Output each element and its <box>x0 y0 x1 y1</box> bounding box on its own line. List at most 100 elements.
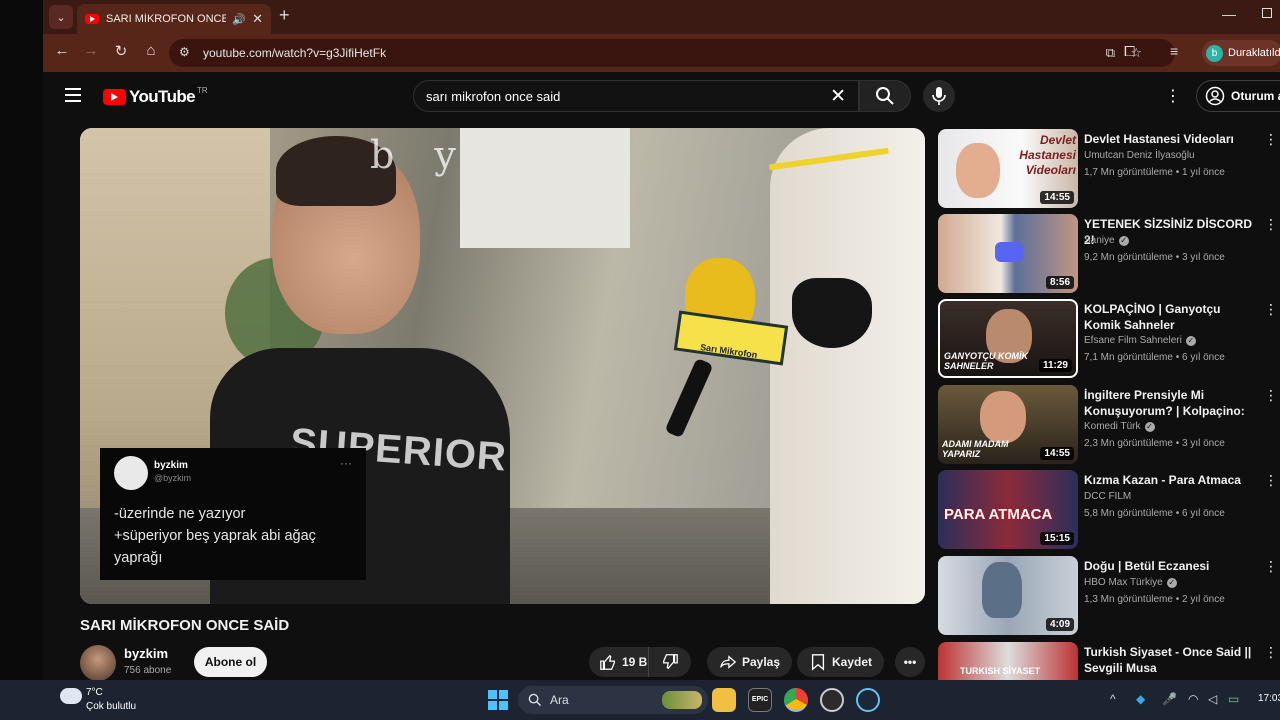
file-explorer-icon[interactable] <box>712 688 736 712</box>
dislike-button[interactable] <box>649 647 691 677</box>
tray-app-icon[interactable]: ◆ <box>1136 692 1145 706</box>
video-thumbnail[interactable]: GANYOTÇU KOMİK SAHNELER 11:29 <box>938 299 1078 378</box>
search-query[interactable]: sarı mikrofon once said <box>426 89 560 104</box>
recommendation-menu-icon[interactable]: ⋮ <box>1264 387 1278 404</box>
recommendation-item[interactable]: Devlet Hastanesi Videoları 14:55 Devlet … <box>938 129 1278 209</box>
media-controls-icon[interactable]: ≡ <box>1170 43 1178 59</box>
recommendation-menu-icon[interactable]: ⋮ <box>1264 472 1278 489</box>
home-icon[interactable]: ⌂ <box>140 42 162 59</box>
weather-temperature[interactable]: 7°C <box>86 687 103 698</box>
back-arrow-icon[interactable]: ← <box>51 42 73 59</box>
subscribe-button[interactable]: Abone ol <box>194 647 267 677</box>
minimize-window-button[interactable]: — <box>1222 6 1236 22</box>
recommendation-title[interactable]: İngiltere Prensiyle Mi Konuşuyorum? | Ko… <box>1084 387 1256 421</box>
recommendation-item[interactable]: 8:56 YETENEK SİZSİNİZ DİSCORD 2! Saniye ✓… <box>938 214 1278 294</box>
like-button[interactable]: 19 B <box>589 647 649 677</box>
recommendation-menu-icon[interactable]: ⋮ <box>1264 644 1278 661</box>
forward-arrow-icon[interactable]: → <box>80 42 102 59</box>
video-background-sky <box>460 128 630 248</box>
video-thumbnail[interactable]: 4:09 <box>938 556 1078 635</box>
search-button[interactable] <box>859 80 911 112</box>
close-tab-icon[interactable]: ✕ <box>252 11 263 27</box>
recommendation-item[interactable]: ADAMI MADAM YAPARIZ 14:55 İngiltere Pren… <box>938 385 1278 465</box>
microphone-in-use-icon[interactable]: 🎤 <box>1162 692 1177 706</box>
show-hidden-icons-chevron-icon[interactable]: ^ <box>1110 692 1116 706</box>
steam-icon[interactable] <box>856 688 880 712</box>
reload-icon[interactable]: ↻ <box>110 42 132 60</box>
recommendation-menu-icon[interactable]: ⋮ <box>1264 558 1278 575</box>
windows-start-icon[interactable] <box>488 690 508 710</box>
sign-in-button[interactable]: Oturum aç <box>1196 80 1280 112</box>
recommendation-channel[interactable]: Efsane Film Sahneleri ✓ <box>1084 335 1196 346</box>
recommendation-item[interactable]: PARA ATMACA 15:15 Kızma Kazan - Para Atm… <box>938 470 1278 550</box>
video-thumbnail[interactable]: Devlet Hastanesi Videoları 14:55 <box>938 129 1078 208</box>
menu-icon[interactable] <box>65 88 81 102</box>
verified-check-icon: ✓ <box>1144 422 1155 432</box>
battery-icon[interactable]: ▭ <box>1228 692 1239 706</box>
video-thumbnail[interactable]: ADAMI MADAM YAPARIZ 14:55 <box>938 385 1078 464</box>
recommendation-title[interactable]: Doğu | Betül Eczanesi <box>1084 558 1256 574</box>
settings-more-icon[interactable]: ⋮ <box>1165 86 1181 106</box>
clear-search-icon[interactable]: ✕ <box>830 85 846 108</box>
youtube-logo[interactable]: YouTube TR <box>103 86 208 107</box>
recommendation-channel[interactable]: HBO Max Türkiye ✓ <box>1084 577 1177 588</box>
extensions-icon[interactable]: ⧠ <box>1124 43 1135 60</box>
recommendation-title[interactable]: Turkish Siyaset - Once Said || Sevgili M… <box>1084 644 1256 676</box>
tweet-handle: @byzkim <box>154 473 192 483</box>
recommendation-item[interactable]: GANYOTÇU KOMİK SAHNELER 11:29 KOLPAÇİNO … <box>938 299 1278 379</box>
weather-description[interactable]: Çok bulutlu <box>86 701 136 712</box>
video-thumbnail[interactable]: PARA ATMACA 15:15 <box>938 470 1078 549</box>
recording-app-icon[interactable] <box>820 688 844 712</box>
recommendation-channel[interactable]: Komedi Türk ✓ <box>1084 421 1155 432</box>
channel-avatar[interactable] <box>80 645 116 680</box>
voice-search-button[interactable] <box>923 80 955 112</box>
recommendation-menu-icon[interactable]: ⋮ <box>1264 216 1278 233</box>
url-text[interactable]: youtube.com/watch?v=g3JifiHetFk <box>203 46 386 60</box>
cloud-weather-icon[interactable] <box>60 688 82 704</box>
recommendation-menu-icon[interactable]: ⋮ <box>1264 301 1278 318</box>
speaker-icon[interactable]: 🔊 <box>232 13 246 26</box>
recommendation-channel[interactable]: DCC FILM <box>1084 491 1131 502</box>
wifi-icon[interactable]: ◠ <box>1188 692 1198 706</box>
recommendation-channel[interactable]: Saniye ✓ <box>1084 235 1129 246</box>
video-thumbnail[interactable]: 8:56 <box>938 214 1078 293</box>
video-duration: 15:15 <box>1040 532 1074 545</box>
video-player[interactable]: SUPERIOR Sarı Mikrofon b y byzkim @byzki… <box>80 128 925 604</box>
search-input[interactable]: sarı mikrofon once said ✕ <box>413 80 859 112</box>
active-tab[interactable]: SARI MİKROFON ONCE SAİD 🔊 ✕ <box>77 4 271 34</box>
chrome-icon[interactable] <box>784 688 808 712</box>
recommendation-title[interactable]: Kızma Kazan - Para Atmaca <box>1084 472 1256 488</box>
recommendation-item[interactable]: TURKISH SİYASET Turkish Siyaset - Once S… <box>938 642 1278 680</box>
recommendation-channel[interactable]: Umutcan Deniz İlyasoğlu <box>1084 150 1195 161</box>
video-title: SARI MİKROFON ONCE SAİD <box>80 617 290 634</box>
omnibox[interactable]: ⚙ youtube.com/watch?v=g3JifiHetFk ⧉ ☆ <box>169 39 1175 67</box>
video-watermark: b y <box>370 133 470 177</box>
tab-search-button[interactable]: ⌄ <box>49 5 73 29</box>
install-app-icon[interactable]: ⧉ <box>1106 45 1115 61</box>
recommendation-item[interactable]: 4:09 Doğu | Betül Eczanesi HBO Max Türki… <box>938 556 1278 636</box>
tweet-name: byzkim <box>154 460 188 471</box>
recommendation-menu-icon[interactable]: ⋮ <box>1264 131 1278 148</box>
save-button[interactable]: Kaydet <box>797 647 885 677</box>
site-info-icon[interactable]: ⚙ <box>179 45 190 59</box>
epic-games-icon[interactable]: EPIC <box>748 688 772 712</box>
profile-button[interactable]: b Duraklatıldı <box>1202 40 1280 66</box>
taskbar-search-box[interactable]: Ara <box>518 686 708 714</box>
new-tab-button[interactable]: + <box>279 5 290 26</box>
recommendation-title[interactable]: Devlet Hastanesi Videoları <box>1084 131 1256 147</box>
channel-name[interactable]: byzkim <box>124 646 168 661</box>
discord-logo-icon <box>995 242 1023 262</box>
verified-check-icon: ✓ <box>1118 236 1129 246</box>
maximize-window-button[interactable] <box>1262 8 1272 18</box>
volume-icon[interactable]: ◁ <box>1208 692 1217 706</box>
share-button[interactable]: Paylaş <box>707 647 793 677</box>
channel-name-text: Saniye <box>1084 235 1115 246</box>
profile-avatar: b <box>1206 44 1223 62</box>
video-thumbnail[interactable]: TURKISH SİYASET <box>938 642 1078 680</box>
taskbar-clock[interactable]: 17:03 <box>1258 693 1280 704</box>
youtube-favicon-icon <box>85 14 99 24</box>
taskbar-search-label: Ara <box>550 693 569 707</box>
recommendation-title[interactable]: KOLPAÇİNO | Ganyotçu Komik Sahneler <box>1084 301 1256 333</box>
search-icon <box>876 87 894 105</box>
more-actions-button[interactable]: ••• <box>895 647 925 677</box>
